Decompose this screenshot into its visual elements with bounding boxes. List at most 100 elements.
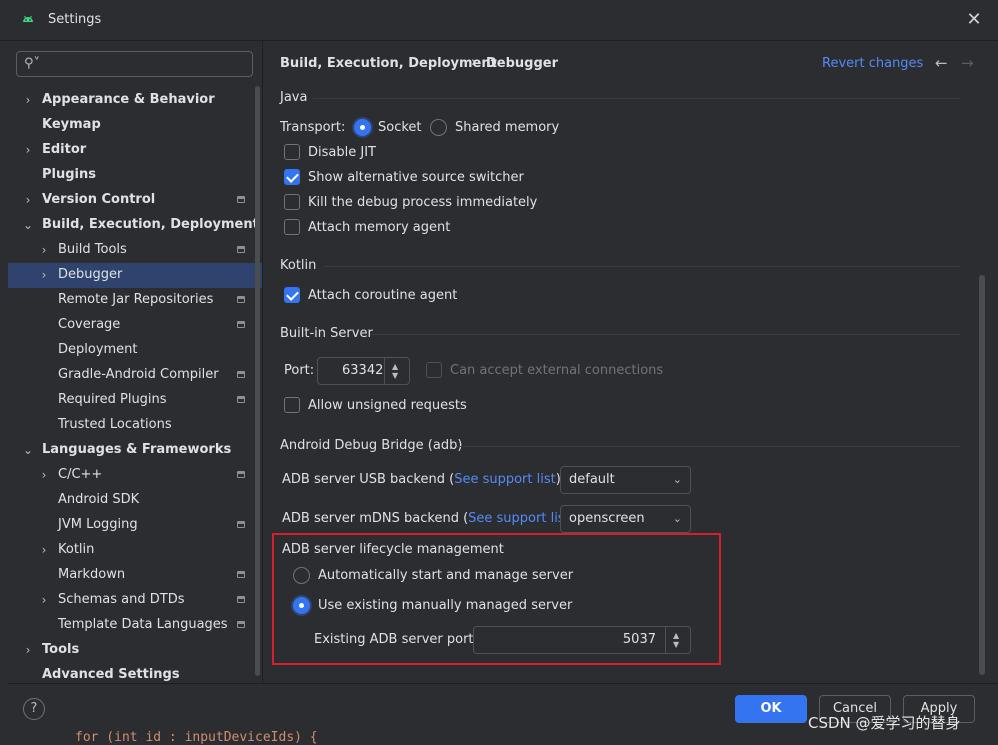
chevron-right-icon[interactable]: › xyxy=(38,542,50,558)
back-arrow-icon[interactable]: ← xyxy=(935,55,948,71)
mdns-backend-dropdown[interactable]: openscreen ⌄ xyxy=(560,505,691,533)
spinner-up-icon[interactable]: ▲ xyxy=(392,363,398,371)
socket-label[interactable]: Socket xyxy=(378,120,422,136)
chevron-right-icon[interactable]: › xyxy=(38,242,50,258)
chevron-right-icon[interactable]: › xyxy=(22,192,34,208)
attach-coroutine-label[interactable]: Attach coroutine agent xyxy=(308,288,457,304)
disable-jit-label[interactable]: Disable JIT xyxy=(308,145,376,161)
allow-unsigned-label[interactable]: Allow unsigned requests xyxy=(308,398,467,414)
chevron-right-icon[interactable]: › xyxy=(22,142,34,158)
revert-changes-link[interactable]: Revert changes xyxy=(822,56,923,72)
search-box[interactable]: ⚲˅ xyxy=(16,51,253,77)
sidebar-item-editor[interactable]: › Editor xyxy=(8,138,262,163)
project-scope-icon xyxy=(237,246,245,253)
chevron-down-icon: ⌄ xyxy=(672,512,682,525)
sidebar-item-version-control[interactable]: › Version Control xyxy=(8,188,262,213)
project-scope-icon xyxy=(237,296,245,303)
show-alt-switcher-label[interactable]: Show alternative source switcher xyxy=(308,170,524,186)
chevron-right-icon[interactable]: › xyxy=(22,642,34,658)
adb-section-title: Android Debug Bridge (adb) xyxy=(280,438,463,453)
sidebar-item-keymap[interactable]: Keymap xyxy=(8,113,262,138)
usb-backend-value: default xyxy=(569,472,615,487)
sidebar-item-label: JVM Logging xyxy=(58,517,138,532)
help-icon[interactable]: ? xyxy=(23,698,45,720)
sidebar-item-coverage[interactable]: Coverage xyxy=(8,313,262,338)
attach-coroutine-checkbox[interactable] xyxy=(284,287,300,303)
disable-jit-checkbox[interactable] xyxy=(284,144,300,160)
sidebar-item-jvm-logging[interactable]: JVM Logging xyxy=(8,513,262,538)
usb-backend-label: ADB server USB backend (See support list… xyxy=(282,472,561,487)
chevron-down-icon[interactable]: ⌄ xyxy=(22,442,34,458)
shared-memory-label[interactable]: Shared memory xyxy=(455,120,559,136)
sidebar-item-label: Keymap xyxy=(42,117,101,132)
project-scope-icon xyxy=(237,371,245,378)
spinner-down-icon[interactable]: ▼ xyxy=(392,372,398,380)
sidebar-item-build-execution-deployment[interactable]: ⌄ Build, Execution, Deployment xyxy=(8,213,262,238)
sidebar-item-build-tools[interactable]: › Build Tools xyxy=(8,238,262,263)
sidebar-item-kotlin[interactable]: › Kotlin xyxy=(8,538,262,563)
sidebar-item-label: Tools xyxy=(42,642,80,657)
sidebar-item-schemas-and-dtds[interactable]: › Schemas and DTDs xyxy=(8,588,262,613)
sidebar-item-label: Appearance & Behavior xyxy=(42,92,215,107)
sidebar-item-tools[interactable]: › Tools xyxy=(8,638,262,663)
port-value[interactable]: 63342 xyxy=(342,363,383,379)
chevron-right-icon[interactable]: › xyxy=(38,467,50,483)
allow-unsigned-checkbox[interactable] xyxy=(284,397,300,413)
sidebar-item-android-sdk[interactable]: Android SDK xyxy=(8,488,262,513)
port-spinner[interactable]: 63342 ▲ ▼ xyxy=(317,357,410,385)
sidebar-item-label: Gradle-Android Compiler xyxy=(58,367,219,382)
chevron-down-icon[interactable]: ⌄ xyxy=(22,217,34,233)
adb-separator xyxy=(457,446,960,447)
android-logo-icon xyxy=(23,15,33,22)
sidebar-item-markdown[interactable]: Markdown xyxy=(8,563,262,588)
sidebar-item-languages-frameworks[interactable]: ⌄ Languages & Frameworks xyxy=(8,438,262,463)
ok-button[interactable]: OK xyxy=(735,695,807,723)
project-scope-icon xyxy=(237,396,245,403)
mdns-support-link[interactable]: See support list xyxy=(468,511,570,526)
usb-support-link[interactable]: See support list xyxy=(454,472,556,487)
content-scrollbar[interactable] xyxy=(979,275,985,675)
socket-radio[interactable] xyxy=(354,119,371,136)
sidebar-item-label: Deployment xyxy=(58,342,138,357)
sidebar-scrollbar[interactable] xyxy=(255,86,260,676)
external-connections-label: Can accept external connections xyxy=(450,363,664,378)
attach-memory-label[interactable]: Attach memory agent xyxy=(308,220,450,236)
project-scope-icon xyxy=(237,596,245,603)
sidebar-item-debugger[interactable]: › Debugger xyxy=(8,263,262,288)
usb-backend-dropdown[interactable]: default ⌄ xyxy=(560,466,691,494)
sidebar-item-c-c[interactable]: › C/C++ xyxy=(8,463,262,488)
project-scope-icon xyxy=(237,571,245,578)
external-connections-checkbox xyxy=(426,362,442,378)
kill-debug-checkbox[interactable] xyxy=(284,194,300,210)
sidebar-item-appearance-behavior[interactable]: › Appearance & Behavior xyxy=(8,88,262,113)
window-title: Settings xyxy=(48,12,102,27)
project-scope-icon xyxy=(237,321,245,328)
kill-debug-label[interactable]: Kill the debug process immediately xyxy=(308,195,537,211)
close-icon[interactable]: ✕ xyxy=(964,10,984,30)
sidebar-item-deployment[interactable]: Deployment xyxy=(8,338,262,363)
sidebar-item-label: Editor xyxy=(42,142,87,157)
sidebar-item-required-plugins[interactable]: Required Plugins xyxy=(8,388,262,413)
show-alt-switcher-checkbox[interactable] xyxy=(284,169,300,185)
kotlin-section-title: Kotlin xyxy=(280,258,317,273)
search-input[interactable] xyxy=(43,54,247,76)
sidebar-item-label: Plugins xyxy=(42,167,96,182)
attach-memory-checkbox[interactable] xyxy=(284,219,300,235)
port-spinner-buttons: ▲ ▼ xyxy=(384,358,409,384)
chevron-right-icon[interactable]: › xyxy=(22,92,34,108)
built-in-server-title: Built-in Server xyxy=(280,326,373,341)
project-scope-icon xyxy=(237,471,245,478)
sidebar-item-gradle-android-compiler[interactable]: Gradle-Android Compiler xyxy=(8,363,262,388)
sidebar-item-plugins[interactable]: Plugins xyxy=(8,163,262,188)
shared-memory-radio[interactable] xyxy=(430,119,447,136)
chevron-right-icon[interactable]: › xyxy=(38,592,50,608)
project-scope-icon xyxy=(237,521,245,528)
chevron-down-icon: ⌄ xyxy=(672,473,682,486)
mdns-backend-value: openscreen xyxy=(569,511,645,526)
sidebar-item-template-data-languages[interactable]: Template Data Languages xyxy=(8,613,262,638)
chevron-right-icon[interactable]: › xyxy=(38,267,50,283)
sidebar-item-remote-jar-repositories[interactable]: Remote Jar Repositories xyxy=(8,288,262,313)
project-scope-icon xyxy=(237,196,245,203)
sidebar-item-trusted-locations[interactable]: Trusted Locations xyxy=(8,413,262,438)
breadcrumb-parent[interactable]: Build, Execution, Deployment xyxy=(280,56,497,72)
